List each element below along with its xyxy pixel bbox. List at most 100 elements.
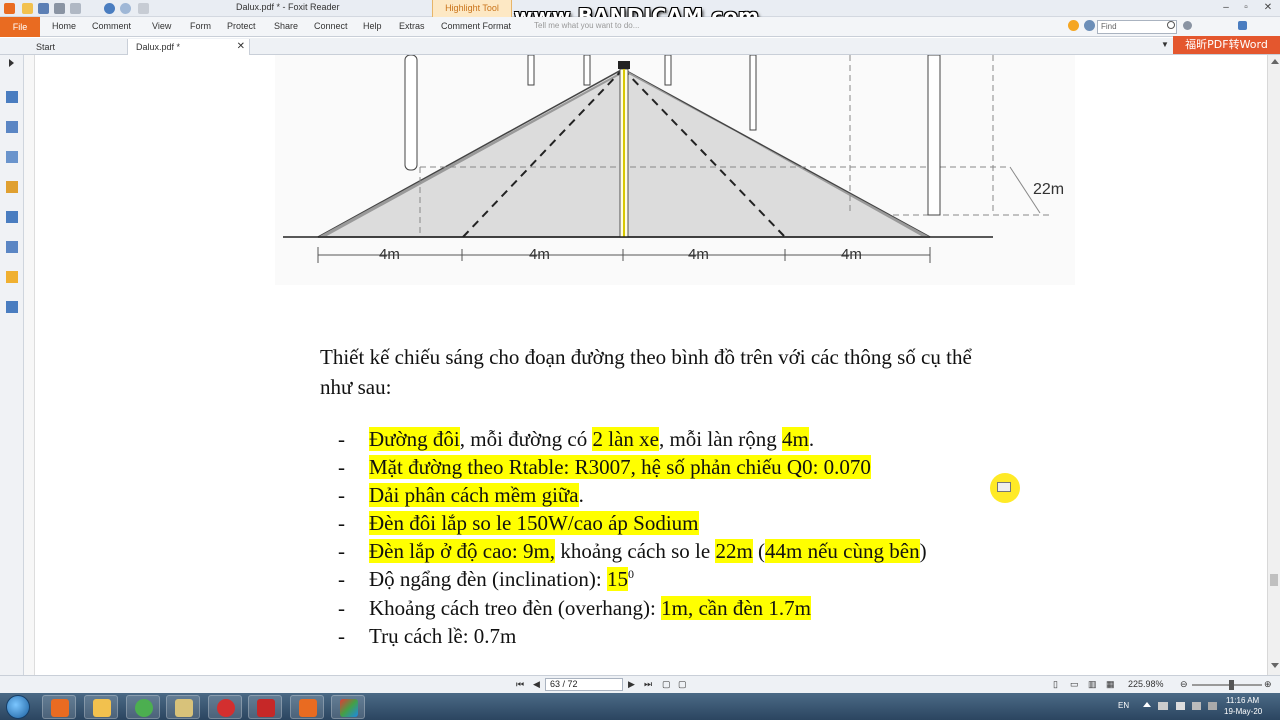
zoom-level[interactable]: 225.98% bbox=[1128, 679, 1164, 689]
attachment-icon[interactable] bbox=[6, 211, 18, 223]
bookmark-icon[interactable] bbox=[6, 91, 18, 103]
task-autocad[interactable] bbox=[248, 695, 282, 719]
clock-time[interactable]: 11:16 AM bbox=[1226, 696, 1259, 705]
redo-icon[interactable] bbox=[120, 3, 131, 14]
facing-icon[interactable]: ▥ bbox=[1088, 679, 1097, 690]
user-icon[interactable] bbox=[1084, 20, 1095, 31]
cover-icon[interactable]: ▦ bbox=[1106, 679, 1115, 690]
zoom-slider-thumb[interactable] bbox=[1229, 680, 1234, 690]
fit-page-icon[interactable]: ▢ bbox=[662, 679, 671, 690]
page-number-input[interactable]: 63 / 72 bbox=[545, 678, 623, 691]
scroll-up-icon[interactable] bbox=[1271, 59, 1279, 64]
task-folder[interactable] bbox=[166, 695, 200, 719]
signature-icon[interactable] bbox=[6, 241, 18, 253]
clock-date[interactable]: 19-May-20 bbox=[1224, 707, 1262, 716]
single-page-icon[interactable]: ▯ bbox=[1053, 679, 1058, 690]
speaker-icon[interactable] bbox=[1192, 702, 1201, 710]
scroll-thumb[interactable] bbox=[1270, 574, 1278, 586]
task-explorer[interactable] bbox=[84, 695, 118, 719]
zoom-in-icon[interactable]: ⊕ bbox=[1264, 679, 1272, 690]
plain-text: . bbox=[578, 483, 584, 507]
volume-icon[interactable] bbox=[1176, 702, 1185, 710]
lock-icon[interactable] bbox=[6, 271, 18, 283]
email-icon[interactable] bbox=[70, 3, 81, 14]
tab-start-label: Start bbox=[36, 42, 56, 52]
settings-icon[interactable] bbox=[1183, 21, 1192, 30]
highlighted-text: 1m, cần đèn 1.7m bbox=[661, 596, 812, 620]
undo-icon[interactable] bbox=[104, 3, 115, 14]
highlight-tool-tab[interactable]: Highlight Tool bbox=[432, 0, 512, 17]
language-indicator[interactable]: EN bbox=[1118, 701, 1129, 710]
menu-connect[interactable]: Connect bbox=[314, 21, 348, 31]
pdf-to-word-banner[interactable]: 福昕PDF转Word bbox=[1173, 36, 1280, 54]
document-tab-bar: Start Dalux.pdf * ✕ bbox=[0, 38, 1280, 55]
spec-item: Độ ngẩng đèn (inclination): 150 bbox=[369, 567, 634, 592]
width-label-3: 4m bbox=[688, 246, 709, 263]
spec-item: Dải phân cách mềm giữa. bbox=[369, 483, 584, 508]
task-foxit[interactable] bbox=[290, 695, 324, 719]
menu-protect[interactable]: Protect bbox=[227, 21, 256, 31]
flag-icon[interactable] bbox=[1208, 702, 1217, 710]
notification-icon[interactable] bbox=[1238, 21, 1247, 30]
scroll-down-icon[interactable] bbox=[1271, 663, 1279, 668]
tell-me-search[interactable]: Tell me what you want to do... bbox=[534, 21, 639, 30]
menu-help[interactable]: Help bbox=[363, 21, 382, 31]
start-button[interactable] bbox=[6, 695, 30, 719]
print-icon[interactable] bbox=[54, 3, 65, 14]
intro-paragraph-line2: như sau: bbox=[320, 375, 392, 399]
task-bandicam[interactable] bbox=[208, 695, 242, 719]
plain-text: ) bbox=[919, 539, 927, 563]
task-app-colorful[interactable] bbox=[331, 695, 365, 719]
prev-page-icon[interactable]: ◀ bbox=[533, 679, 540, 690]
highlighted-text: Dải phân cách mềm giữa bbox=[369, 483, 579, 507]
file-menu[interactable]: File bbox=[0, 17, 40, 37]
highlighted-text: Đèn đôi lắp so le 150W/cao áp Sodium bbox=[369, 511, 699, 535]
tab-dropdown-icon[interactable]: ▼ bbox=[1161, 40, 1169, 49]
next-page-icon[interactable]: ▶ bbox=[628, 679, 635, 690]
search-icon[interactable] bbox=[1167, 21, 1175, 29]
like-icon[interactable] bbox=[1068, 20, 1079, 31]
tray-up-icon[interactable] bbox=[1143, 702, 1151, 707]
save-icon[interactable] bbox=[38, 3, 49, 14]
menu-comment[interactable]: Comment bbox=[92, 21, 131, 31]
zoom-out-icon[interactable]: ⊖ bbox=[1180, 679, 1188, 690]
tab-dalux[interactable]: Dalux.pdf * ✕ bbox=[128, 39, 250, 55]
open-icon[interactable] bbox=[22, 3, 33, 14]
tab-dalux-label: Dalux.pdf * bbox=[136, 42, 181, 52]
vertical-scrollbar[interactable] bbox=[1267, 55, 1280, 675]
fit-width-icon[interactable]: ▢ bbox=[678, 679, 687, 690]
first-page-icon[interactable]: ⏮ bbox=[516, 679, 524, 690]
network-icon[interactable] bbox=[1158, 702, 1168, 710]
tab-start[interactable]: Start bbox=[28, 39, 128, 55]
tab-close-icon[interactable]: ✕ bbox=[237, 39, 245, 55]
plain-text: , mỗi đường có bbox=[459, 427, 593, 451]
window-title: Dalux.pdf * - Foxit Reader bbox=[236, 2, 340, 12]
pages-icon[interactable] bbox=[6, 121, 18, 133]
menu-home[interactable]: Home bbox=[52, 21, 76, 31]
menu-share[interactable]: Share bbox=[274, 21, 298, 31]
plain-text: ( bbox=[752, 539, 766, 563]
find-input[interactable]: Find bbox=[1097, 20, 1177, 34]
layers-icon[interactable] bbox=[6, 151, 18, 163]
page-gutter bbox=[24, 55, 35, 675]
menu-view[interactable]: View bbox=[152, 21, 171, 31]
menu-form[interactable]: Form bbox=[190, 21, 211, 31]
hand-tool-icon[interactable] bbox=[138, 3, 149, 14]
continuous-icon[interactable]: ▭ bbox=[1070, 679, 1079, 690]
task-chrome[interactable] bbox=[126, 695, 160, 719]
intro-paragraph-line1: Thiết kế chiếu sáng cho đoạn đường theo … bbox=[320, 345, 972, 369]
minimize-icon[interactable]: – bbox=[1218, 1, 1234, 15]
highlighted-text: 2 làn xe bbox=[592, 427, 659, 451]
menu-extras[interactable]: Extras bbox=[399, 21, 425, 31]
close-icon[interactable]: ✕ bbox=[1260, 1, 1276, 15]
menu-comment-format[interactable]: Comment Format bbox=[441, 21, 511, 31]
plain-text: khoảng cách so le bbox=[555, 539, 716, 563]
expand-arrow-icon[interactable] bbox=[9, 59, 14, 67]
comments-icon[interactable] bbox=[6, 181, 18, 193]
highlighted-text: 22m bbox=[715, 539, 753, 563]
restore-icon[interactable]: ▫ bbox=[1238, 1, 1254, 15]
last-page-icon[interactable]: ⏭ bbox=[644, 679, 652, 690]
tools-icon[interactable] bbox=[6, 301, 18, 313]
zoom-slider[interactable] bbox=[1192, 684, 1262, 686]
task-media-player[interactable] bbox=[42, 695, 76, 719]
